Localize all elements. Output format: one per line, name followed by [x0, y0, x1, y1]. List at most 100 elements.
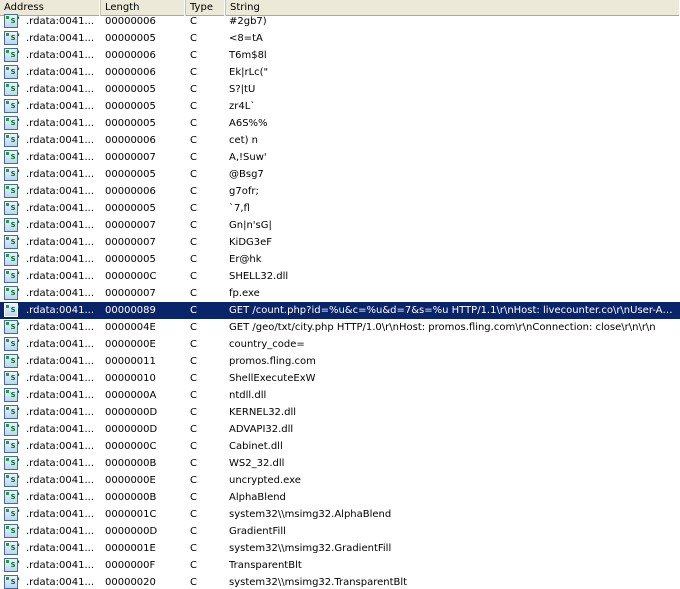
length-cell: 0000001C [105, 509, 157, 520]
table-row[interactable]: 's' .rdata:0041... 00000010 C ShellExecuteEx… [0, 370, 680, 387]
address-cell: .rdata:0041... [26, 16, 94, 27]
address-cell: .rdata:0041... [26, 101, 94, 112]
table-row[interactable]: 's' .rdata:0041... 0000000B C WS2_32.dll [0, 455, 680, 472]
string-cell: country_code= [229, 339, 305, 350]
length-cell: 0000000A [105, 390, 157, 401]
table-row[interactable]: 's' .rdata:0041... 00000007 Cfp.exe [0, 285, 680, 302]
string-icon: 's' [4, 575, 22, 589]
string-cell: AlphaBlend [229, 492, 286, 503]
length-cell: 00000006 [105, 67, 156, 78]
address-cell: .rdata:0041... [26, 84, 94, 95]
string-cell: TransparentBlt [229, 560, 302, 571]
address-cell: .rdata:0041... [26, 254, 94, 265]
table-row[interactable]: 's' .rdata:0041... 00000005 C A6S%% [0, 115, 680, 132]
table-row[interactable]: 's' .rdata:0041... 00000006 C Ek|rLc(" [0, 64, 680, 81]
table-row[interactable]: 's' .rdata:0041... 0000000E Cuncrypted.exe [0, 472, 680, 489]
type-cell: C [190, 390, 197, 401]
table-row[interactable]: 's' .rdata:0041... 0000004E C GET /geo/txt/c… [0, 319, 680, 336]
address-cell: .rdata:0041... [26, 203, 94, 214]
table-row[interactable]: 's' .rdata:0041... 0000001E Csystem32\\msim… [0, 540, 680, 557]
address-cell: .rdata:0041... [26, 458, 94, 469]
table-row[interactable]: 's' .rdata:0041... 00000007 C A,!Suw' [0, 149, 680, 166]
table-row[interactable]: 's' .rdata:0041... 0000000D C KERNEL32.dll [0, 404, 680, 421]
type-cell: C [190, 16, 197, 27]
length-cell: 00000020 [105, 577, 156, 588]
table-row[interactable]: 's' .rdata:0041... 00000007 C Gn|n'sG| [0, 217, 680, 234]
string-icon: 's' [4, 150, 22, 164]
table-row[interactable]: 's' .rdata:0041... 00000005 C <8=tA [0, 30, 680, 47]
address-cell: .rdata:0041... [26, 577, 94, 588]
length-cell: 0000000C [105, 271, 157, 282]
table-row[interactable]: 's' .rdata:0041... 00000005 C Er@hk [0, 251, 680, 268]
string-icon: 's' [4, 99, 22, 113]
table-row[interactable]: 's' .rdata:0041... 0000000B C AlphaBlend [0, 489, 680, 506]
type-cell: C [190, 492, 197, 503]
address-cell: .rdata:0041... [26, 67, 94, 78]
table-row[interactable]: 's' .rdata:0041... 00000006 Cg7ofr; [0, 183, 680, 200]
table-row[interactable]: 's' .rdata:0041... 0000001C Csystem32\\msim… [0, 506, 680, 523]
table-row[interactable]: 's' .rdata:0041... 00000005 C `7,fl [0, 200, 680, 217]
length-cell: 0000000D [105, 407, 158, 418]
table-row[interactable]: 's' .rdata:0041... 00000020 Csystem32\\msim… [0, 574, 680, 589]
table-row[interactable]: 's' .rdata:0041... 0000000D C ADVAPI32.dll [0, 421, 680, 438]
address-cell: .rdata:0041... [26, 288, 94, 299]
string-cell: promos.fling.com [229, 356, 316, 367]
table-row[interactable]: 's' .rdata:0041... 0000000E Ccountry_code= [0, 336, 680, 353]
table-row[interactable]: 's' .rdata:0041... 0000000A Cntdll.dll [0, 387, 680, 404]
length-cell: 00000089 [105, 305, 156, 316]
table-row[interactable]: 's' .rdata:0041... 0000000D C GradientFill [0, 523, 680, 540]
string-cell: Gn|n'sG| [229, 220, 272, 231]
length-cell: 00000007 [105, 220, 156, 231]
length-cell: 00000005 [105, 33, 156, 44]
address-cell: .rdata:0041... [26, 169, 94, 180]
address-cell: .rdata:0041... [26, 50, 94, 61]
table-row[interactable]: 's' .rdata:0041... 00000005 C @Bsg7 [0, 166, 680, 183]
length-cell: 00000007 [105, 288, 156, 299]
type-cell: C [190, 424, 197, 435]
type-cell: C [190, 577, 197, 588]
string-icon: 's' [4, 82, 22, 96]
string-icon: 's' [4, 252, 22, 266]
string-icon: 's' [4, 354, 22, 368]
table-row[interactable]: 's' .rdata:0041... 00000006 C #2gb7) [0, 13, 680, 30]
length-cell: 0000000F [105, 560, 156, 571]
table-row[interactable]: 's' .rdata:0041... 00000011 Cpromos.fling.c… [0, 353, 680, 370]
string-icon: 's' [4, 14, 22, 28]
table-row[interactable]: 's' .rdata:0041... 0000000F C TransparentBlt [0, 557, 680, 574]
table-row[interactable]: 's' .rdata:0041... 00000006 Ccet) n [0, 132, 680, 149]
length-cell: 00000005 [105, 84, 156, 95]
length-cell: 0000000C [105, 441, 157, 452]
table-row[interactable]: 's' .rdata:0041... 00000006 C T6m$8l [0, 47, 680, 64]
address-cell: .rdata:0041... [26, 441, 94, 452]
string-cell: @Bsg7 [229, 169, 264, 180]
type-cell: C [190, 305, 197, 316]
table-row[interactable]: 's' .rdata:0041... 0000000C C SHELL32.dll [0, 268, 680, 285]
address-cell: .rdata:0041... [26, 237, 94, 248]
table-row[interactable]: 's' .rdata:0041... 0000000C C Cabinet.dll [0, 438, 680, 455]
type-cell: C [190, 169, 197, 180]
length-cell: 00000011 [105, 356, 156, 367]
type-cell: C [190, 288, 197, 299]
type-cell: C [190, 33, 197, 44]
string-icon: 's' [4, 184, 22, 198]
length-cell: 00000005 [105, 101, 156, 112]
type-cell: C [190, 186, 197, 197]
address-cell: .rdata:0041... [26, 560, 94, 571]
string-cell: GET /geo/txt/city.php HTTP/1.0\r\nHost: … [229, 322, 656, 333]
string-cell: zr4L` [229, 101, 256, 112]
table-row[interactable]: 's' .rdata:0041... 00000005 C S?|tU [0, 81, 680, 98]
string-cell: #2gb7) [229, 16, 267, 27]
string-cell: system32\\msimg32.AlphaBlend [229, 509, 392, 520]
string-icon: 's' [4, 456, 22, 470]
table-row[interactable]: 's' .rdata:0041... 00000007 C KiDG3eF [0, 234, 680, 251]
string-icon: 's' [4, 201, 22, 215]
type-cell: C [190, 543, 197, 554]
length-cell: 0000000D [105, 526, 158, 537]
table-row[interactable]: 's' .rdata:0041... 00000089 C GET /count.php… [0, 302, 680, 319]
length-cell: 0000004E [105, 322, 156, 333]
type-cell: C [190, 458, 197, 469]
length-cell: 00000006 [105, 50, 156, 61]
string-cell: <8=tA [229, 33, 263, 44]
type-cell: C [190, 322, 197, 333]
table-row[interactable]: 's' .rdata:0041... 00000005 Czr4L` [0, 98, 680, 115]
